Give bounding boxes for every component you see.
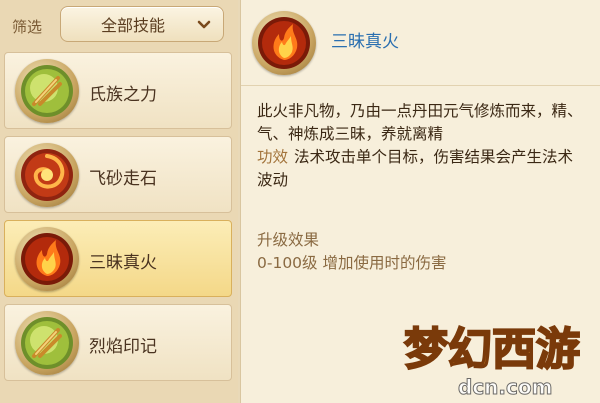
skill-item-flying-sand[interactable]: 飞砂走石 bbox=[4, 136, 232, 213]
effect-label: 功效 bbox=[257, 148, 289, 166]
svg-text:梦幻西游: 梦幻西游 bbox=[404, 324, 580, 375]
skill-item-label: 飞砂走石 bbox=[89, 169, 157, 189]
skill-title: 三昧真火 bbox=[331, 32, 399, 52]
skill-filter-dropdown[interactable]: 全部技能 bbox=[60, 6, 224, 42]
green-feather-icon bbox=[15, 311, 79, 375]
filter-label: 筛选 bbox=[12, 18, 43, 36]
filter-bar: 筛选 全部技能 bbox=[0, 0, 238, 48]
upgrade-title: 升级效果 bbox=[257, 231, 320, 249]
detail-header: 三昧真火 bbox=[241, 0, 600, 86]
skill-effect: 功效 法术攻击单个目标，伤害结果会产生法术波动 bbox=[257, 146, 587, 192]
fire-icon bbox=[252, 11, 316, 75]
skill-item-samadhi-fire[interactable]: 三昧真火 bbox=[4, 220, 232, 297]
skill-description: 此火非凡物，乃由一点丹田元气修炼而来，精、气、神炼成三昧，养就离精 bbox=[257, 102, 583, 143]
chevron-down-icon bbox=[197, 20, 211, 29]
fire-icon bbox=[15, 227, 79, 291]
filter-selected-value: 全部技能 bbox=[100, 16, 165, 35]
red-swirl-icon bbox=[15, 143, 79, 207]
green-feather-icon bbox=[15, 59, 79, 123]
skill-item-clan-power[interactable]: 氏族之力 bbox=[4, 52, 232, 129]
effect-text: 法术攻击单个目标，伤害结果会产生法术波动 bbox=[257, 148, 574, 189]
skill-list: 氏族之力 飞砂走石 三昧真火 烈焰印记 bbox=[4, 52, 234, 388]
skill-item-flame-mark[interactable]: 烈焰印记 bbox=[4, 304, 232, 381]
upgrade-text: 0-100级 增加使用时的伤害 bbox=[257, 254, 447, 272]
game-logo: 梦幻西游 dcn.com bbox=[398, 312, 596, 400]
skill-item-label: 氏族之力 bbox=[89, 85, 157, 105]
skill-list-panel: 筛选 全部技能 氏族之力 飞砂走石 三昧真火 烈焰印记 bbox=[0, 0, 238, 403]
skill-item-label: 烈焰印记 bbox=[89, 337, 157, 357]
svg-text:dcn.com: dcn.com bbox=[458, 375, 552, 399]
skill-item-label: 三昧真火 bbox=[89, 253, 157, 273]
